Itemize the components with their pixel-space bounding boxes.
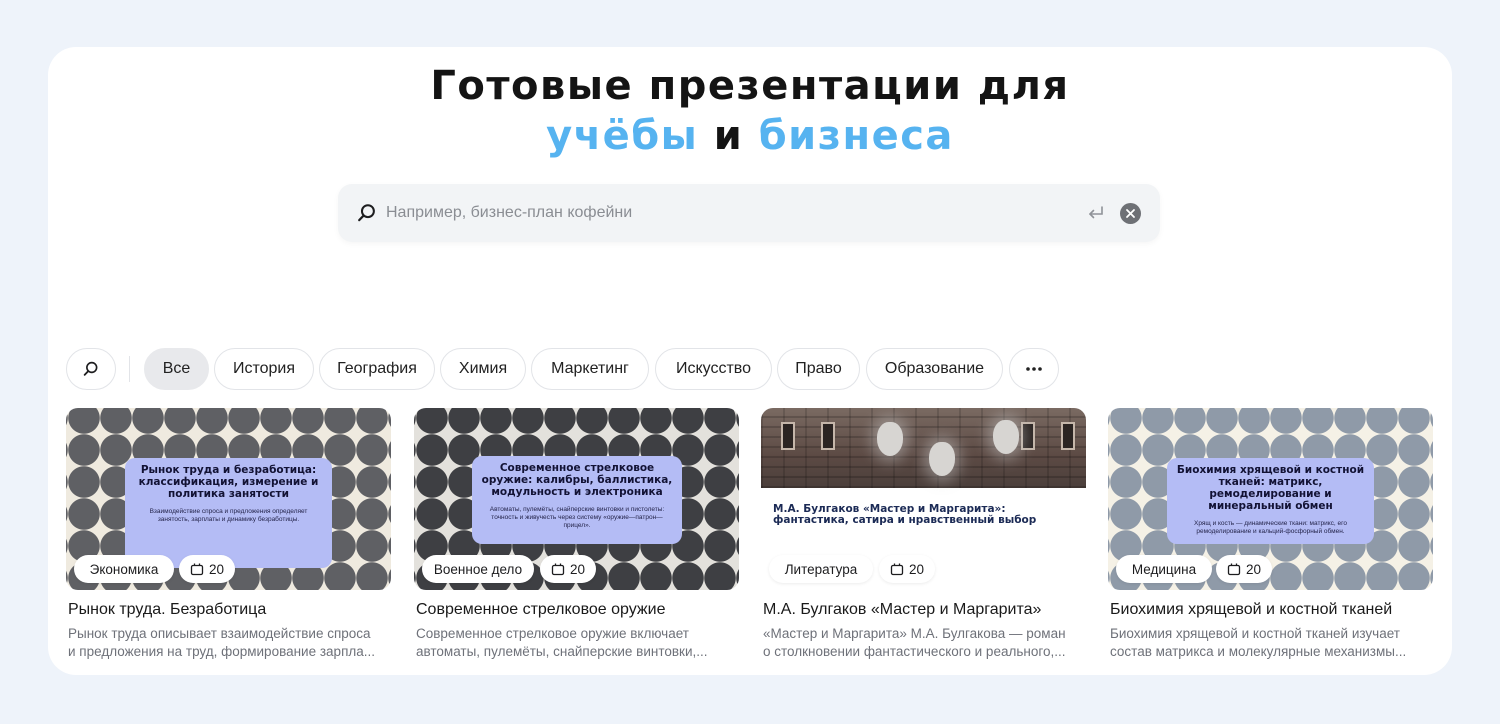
card-thumbnail[interactable]: Рынок труда и безработица: классификация… — [66, 408, 391, 590]
filter-chip-history[interactable]: История — [214, 348, 314, 390]
card-thumbnail[interactable]: Современное стрелковое оружие: калибры, … — [414, 408, 739, 590]
slides-icon — [1227, 563, 1241, 576]
hero-title-line1: Готовые презентации для — [430, 63, 1070, 109]
presentation-card[interactable]: М.А. Булгаков «Мастер и Маргарита»: фант… — [761, 408, 1086, 664]
card-description-line: «Мастер и Маргарита» М.А. Булгакова — ро… — [763, 626, 1066, 641]
presentation-card[interactable]: Современное стрелковое оружие: калибры, … — [414, 408, 739, 664]
filter-chip-art[interactable]: Искусство — [655, 348, 772, 390]
hero-accent-business: бизнеса — [758, 113, 954, 159]
main-panel: Готовые презентации для учёбы и бизнеса — [48, 47, 1452, 675]
card-thumbnail[interactable]: М.А. Булгаков «Мастер и Маргарита»: фант… — [761, 408, 1086, 590]
card-description-line: и предложения на труд, формирование зарп… — [68, 644, 376, 659]
card-description: Биохимия хрящевой и костной тканей изуча… — [1110, 625, 1432, 661]
slide-title: Рынок труда и безработица: классификация… — [138, 464, 319, 500]
filter-chip-marketing[interactable]: Маркетинг — [531, 348, 649, 390]
slide-subtitle: Автоматы, пулемёты, снайперские винтовки… — [489, 506, 665, 529]
enter-icon[interactable] — [1086, 203, 1106, 223]
card-description: Рынок труда описывает взаимодействие спр… — [68, 625, 390, 661]
slides-count-badge: 20 — [540, 555, 596, 583]
filter-chip-geography[interactable]: География — [319, 348, 435, 390]
category-tag: Военное дело — [422, 555, 534, 583]
close-icon — [1126, 209, 1135, 218]
slides-count: 20 — [208, 561, 225, 577]
card-title[interactable]: М.А. Булгаков «Мастер и Маргарита» — [763, 601, 1041, 619]
slide-subtitle: Взаимодействие спроса и предложения опре… — [149, 508, 308, 523]
slides-count-badge: 20 — [179, 555, 235, 583]
slide-preview: Биохимия хрящевой и костной тканей: матр… — [1167, 458, 1374, 544]
filter-chip-education[interactable]: Образование — [866, 348, 1003, 390]
hero-accent-study: учёбы — [546, 113, 699, 159]
card-description-line: Современное стрелковое оружие включает — [416, 626, 689, 641]
filter-chip-law[interactable]: Право — [777, 348, 860, 390]
card-description-line: о столкновении фантастического и реально… — [763, 644, 1066, 659]
hero-conjunction: и — [713, 113, 744, 159]
slide-title: М.А. Булгаков «Мастер и Маргарита»: фант… — [773, 503, 1037, 526]
presentation-card[interactable]: Биохимия хрящевой и костной тканей: матр… — [1108, 408, 1433, 664]
slide-photo — [761, 408, 1086, 488]
slides-count: 20 — [908, 561, 925, 577]
filter-more-button[interactable] — [1009, 348, 1059, 390]
filter-chip-chemistry[interactable]: Химия — [440, 348, 526, 390]
filter-divider — [129, 356, 130, 382]
card-title[interactable]: Рынок труда. Безработица — [68, 601, 266, 619]
card-title[interactable]: Современное стрелковое оружие — [416, 601, 665, 619]
category-tag: Экономика — [74, 555, 174, 583]
card-description: «Мастер и Маргарита» М.А. Булгакова — ро… — [763, 625, 1085, 661]
filter-chip-all[interactable]: Все — [144, 348, 209, 390]
slide-title: Биохимия хрящевой и костной тканей: матр… — [1176, 464, 1365, 512]
presentation-card[interactable]: Рынок труда и безработица: классификация… — [66, 408, 391, 664]
slides-count: 20 — [569, 561, 586, 577]
search-icon — [83, 361, 98, 376]
slides-count-badge: 20 — [1216, 555, 1272, 583]
slides-icon — [551, 563, 565, 576]
card-description-line: автоматы, пулемёты, снайперские винтовки… — [416, 644, 708, 659]
card-description-line: Рынок труда описывает взаимодействие спр… — [68, 626, 371, 641]
slide-preview: Рынок труда и безработица: классификация… — [125, 458, 332, 568]
search-bar — [338, 184, 1160, 242]
card-title[interactable]: Биохимия хрящевой и костной тканей — [1110, 601, 1392, 619]
slides-count: 20 — [1245, 561, 1262, 577]
category-tag: Литература — [769, 555, 873, 583]
search-input[interactable] — [386, 198, 1066, 228]
search-icon — [358, 204, 375, 222]
slide-preview: Современное стрелковое оружие: калибры, … — [472, 456, 682, 544]
slides-count-badge: 20 — [879, 555, 935, 583]
card-description-line: состав матрикса и молекулярные механизмы… — [1110, 644, 1407, 659]
card-description-line: Биохимия хрящевой и костной тканей изуча… — [1110, 626, 1400, 641]
card-thumbnail[interactable]: Биохимия хрящевой и костной тканей: матр… — [1108, 408, 1433, 590]
card-description: Современное стрелковое оружие включает а… — [416, 625, 738, 661]
filter-search-button[interactable] — [66, 348, 116, 390]
clear-search-button[interactable] — [1120, 203, 1141, 224]
slides-icon — [890, 563, 904, 576]
slides-icon — [190, 563, 204, 576]
hero-title: Готовые презентации для учёбы и бизнеса — [48, 61, 1452, 161]
category-tag: Медицина — [1116, 555, 1212, 583]
slide-title: Современное стрелковое оружие: калибры, … — [481, 462, 673, 498]
slide-subtitle: Хрящ и кость — динамические ткани: матри… — [1194, 520, 1347, 535]
more-icon — [1026, 367, 1042, 371]
